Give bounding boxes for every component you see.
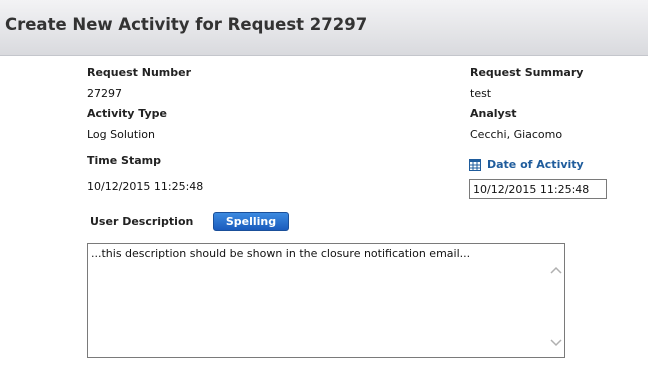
analyst-value: Cecchi, Giacomo [470, 128, 563, 141]
time-stamp-label: Time Stamp [87, 154, 161, 167]
activity-type-value: Log Solution [87, 128, 155, 141]
page-title: Create New Activity for Request 27297 [5, 15, 368, 34]
scroll-down-icon[interactable] [550, 332, 562, 347]
user-description-label: User Description [90, 215, 194, 228]
date-of-activity-link[interactable]: Date of Activity [469, 158, 584, 171]
user-description-textarea[interactable]: ...this description should be shown in t… [87, 243, 565, 358]
activity-type-label: Activity Type [87, 107, 167, 120]
request-number-label: Request Number [87, 66, 191, 79]
calendar-icon[interactable] [469, 158, 481, 171]
user-description-text[interactable]: ...this description should be shown in t… [91, 247, 542, 260]
scroll-up-icon[interactable] [550, 261, 562, 274]
analyst-label: Analyst [470, 107, 517, 120]
date-of-activity-label[interactable]: Date of Activity [487, 158, 584, 171]
request-number-value: 27297 [87, 87, 122, 100]
page-header: Create New Activity for Request 27297 [0, 0, 648, 56]
request-summary-value: test [470, 87, 492, 100]
spelling-button[interactable]: Spelling [213, 212, 289, 231]
request-summary-label: Request Summary [470, 66, 584, 79]
description-scrollbar[interactable] [547, 244, 564, 357]
time-stamp-value: 10/12/2015 11:25:48 [87, 180, 204, 193]
date-of-activity-input[interactable] [469, 179, 607, 199]
